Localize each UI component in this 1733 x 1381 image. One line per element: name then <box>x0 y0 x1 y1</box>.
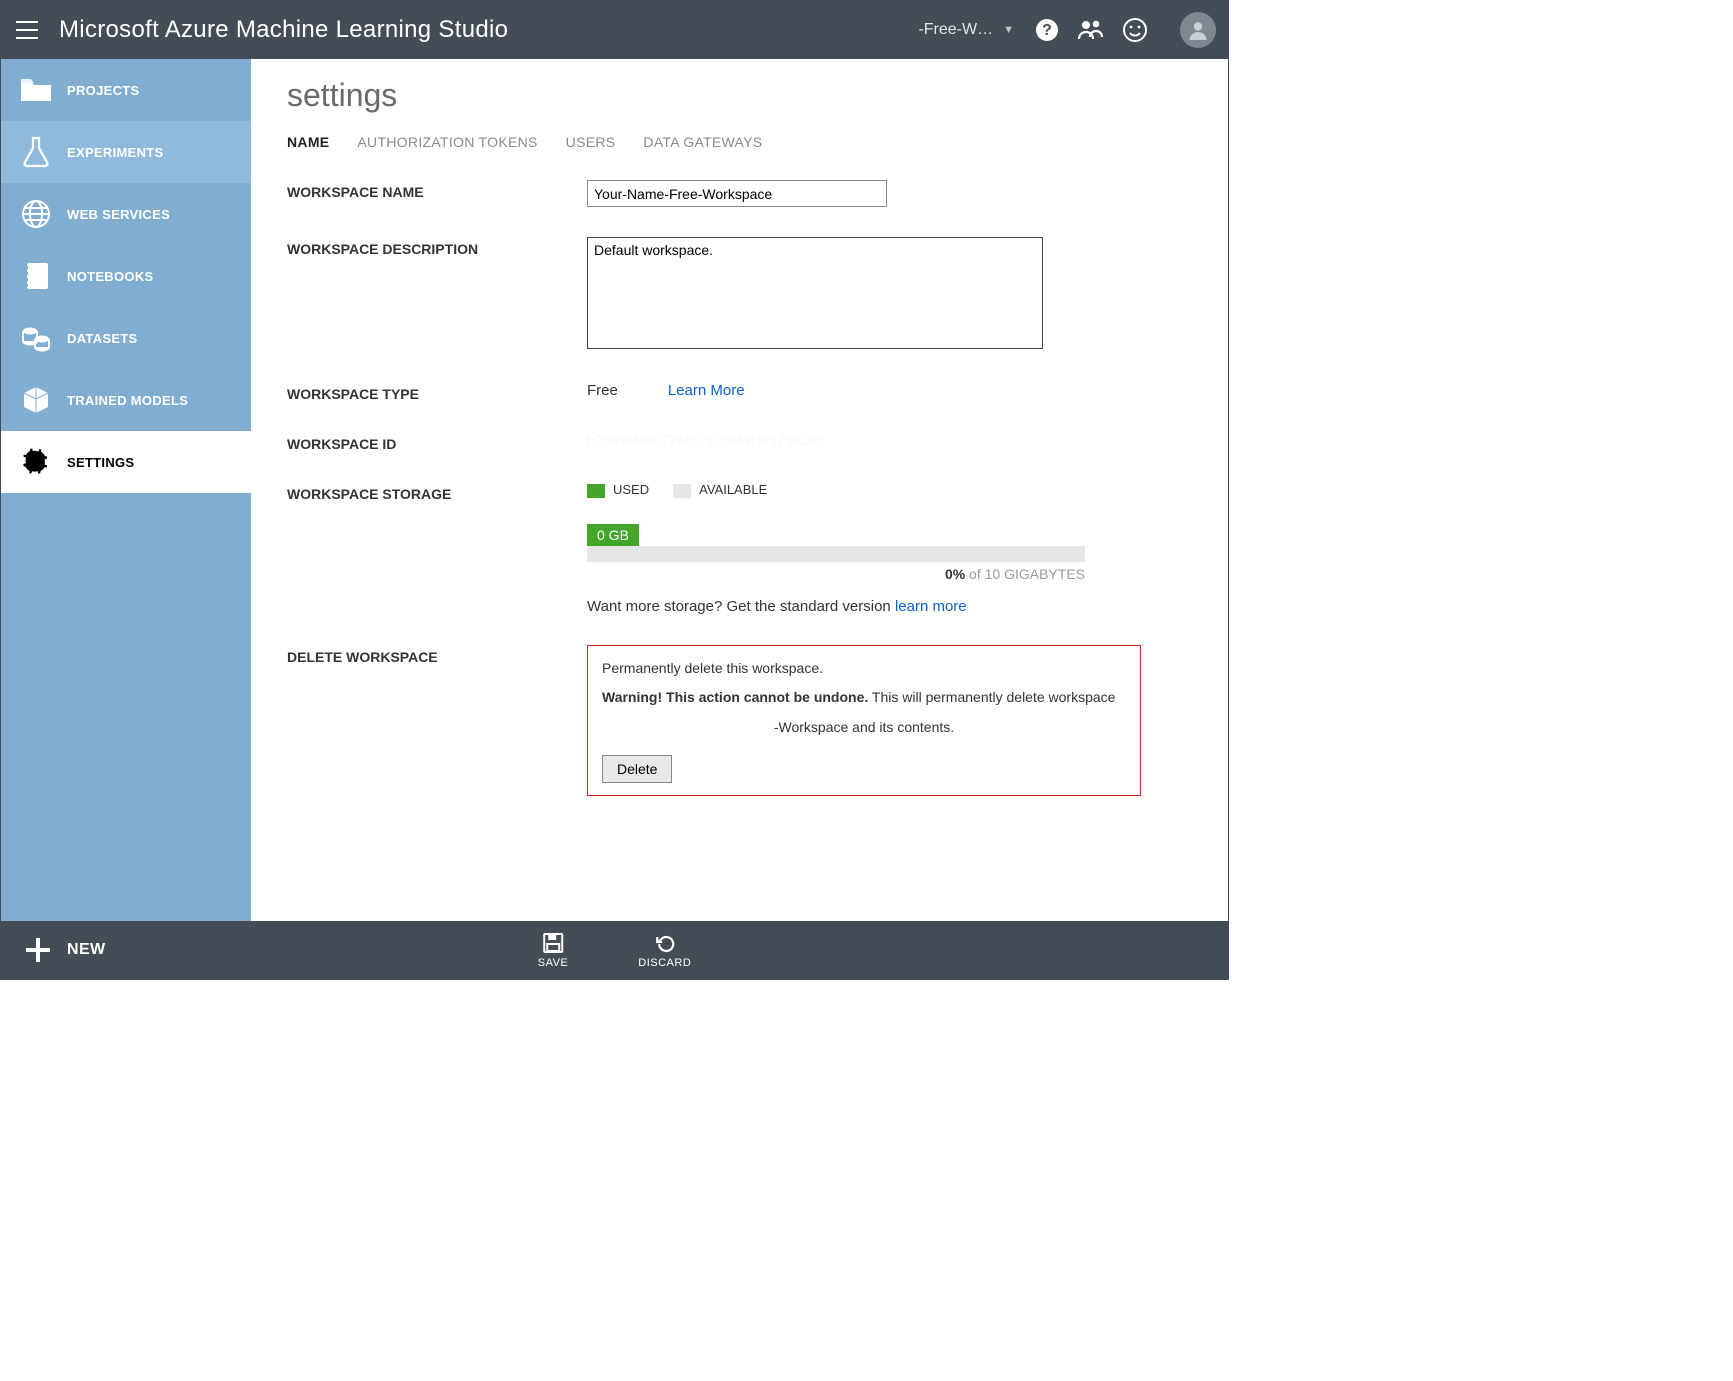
smiley-feedback-icon[interactable] <box>1122 17 1148 43</box>
gear-icon <box>19 445 53 479</box>
delete-workspace-label: DELETE WORKSPACE <box>287 645 587 665</box>
save-icon <box>542 932 564 954</box>
new-button-label: NEW <box>67 941 106 959</box>
new-button[interactable]: NEW <box>1 921 128 979</box>
tab-users[interactable]: USERS <box>566 134 616 150</box>
storage-bar <box>587 546 1085 562</box>
delete-button[interactable]: Delete <box>602 755 672 783</box>
plus-icon <box>23 935 53 965</box>
used-legend-label: USED <box>613 482 649 497</box>
chevron-down-icon: ▼ <box>1003 24 1014 36</box>
workspace-type-value: Free <box>587 382 618 399</box>
flask-icon <box>19 135 53 169</box>
workspace-type-label: WORKSPACE TYPE <box>287 382 587 402</box>
discard-button[interactable]: DISCARD <box>638 932 691 969</box>
discard-button-label: DISCARD <box>638 957 691 969</box>
workspace-selector-label: -Free-W… <box>918 21 993 39</box>
storage-learn-more-link[interactable]: learn more <box>895 598 967 615</box>
storage-percent: 0% <box>945 566 965 582</box>
cube-icon <box>19 383 53 417</box>
sidebar-item-label: PROJECTS <box>67 83 139 98</box>
sidebar-item-trained-models[interactable]: TRAINED MODELS <box>1 369 251 431</box>
delete-line1: Permanently delete this workspace. <box>602 658 1126 680</box>
sidebar-item-label: EXPERIMENTS <box>67 145 163 160</box>
delete-warning-bold: Warning! This action cannot be undone. <box>602 689 868 705</box>
bottombar: NEW SAVE DISCARD <box>1 921 1228 979</box>
topbar-icons: ? <box>1034 12 1216 48</box>
save-button[interactable]: SAVE <box>538 932 569 969</box>
sidebar-item-settings[interactable]: SETTINGS <box>1 431 251 493</box>
sidebar-item-datasets[interactable]: DATASETS <box>1 307 251 369</box>
workspace-name-input[interactable] <box>587 180 887 207</box>
tab-authorization-tokens[interactable]: AUTHORIZATION TOKENS <box>357 134 537 150</box>
app-title: Microsoft Azure Machine Learning Studio <box>59 16 508 44</box>
workspace-description-label: WORKSPACE DESCRIPTION <box>287 237 587 257</box>
workspace-storage-label: WORKSPACE STORAGE <box>287 482 587 502</box>
tab-data-gateways[interactable]: DATA GATEWAYS <box>643 134 762 150</box>
available-legend-label: AVAILABLE <box>699 482 767 497</box>
discard-icon <box>654 932 676 954</box>
delete-warning-rest: This will permanently delete workspace <box>868 689 1115 705</box>
workspace-description-textarea[interactable] <box>587 237 1043 349</box>
workspace-id-label: WORKSPACE ID <box>287 432 587 452</box>
sidebar: PROJECTS EXPERIMENTS WEB SERVICES NOTEBO… <box>1 59 251 921</box>
storage-upsell-text: Want more storage? Get the standard vers… <box>587 598 895 615</box>
used-swatch <box>587 484 605 498</box>
hamburger-menu-button[interactable] <box>9 12 45 48</box>
sidebar-item-label: WEB SERVICES <box>67 207 170 222</box>
sidebar-item-label: SETTINGS <box>67 455 134 470</box>
globe-icon <box>19 197 53 231</box>
help-icon[interactable]: ? <box>1034 17 1060 43</box>
topbar: Microsoft Azure Machine Learning Studio … <box>1 1 1228 59</box>
sidebar-item-web-services[interactable]: WEB SERVICES <box>1 183 251 245</box>
storage-upsell: Want more storage? Get the standard vers… <box>587 598 1085 615</box>
storage-used-badge: 0 GB <box>587 524 639 546</box>
delete-warning: Warning! This action cannot be undone. T… <box>602 687 1126 709</box>
available-swatch <box>673 484 691 498</box>
page-title: settings <box>287 77 1204 114</box>
notebook-icon <box>19 259 53 293</box>
save-button-label: SAVE <box>538 957 569 969</box>
workspace-id-value: b2a61efa5077465782cefa1bf573a2ec <box>587 432 823 448</box>
tab-name[interactable]: NAME <box>287 134 329 150</box>
folder-icon <box>19 73 53 107</box>
content-area: settings NAME AUTHORIZATION TOKENS USERS… <box>251 59 1228 921</box>
storage-total: of 10 GIGABYTES <box>965 566 1085 582</box>
user-avatar[interactable] <box>1180 12 1216 48</box>
sidebar-item-projects[interactable]: PROJECTS <box>1 59 251 121</box>
users-icon[interactable] <box>1078 17 1104 43</box>
sidebar-item-label: DATASETS <box>67 331 138 346</box>
delete-warning-line2: -Workspace and its contents. <box>602 717 1126 739</box>
sidebar-item-experiments[interactable]: EXPERIMENTS <box>1 121 251 183</box>
storage-legend: USED AVAILABLE <box>587 482 1204 498</box>
storage-percent-text: 0% of 10 GIGABYTES <box>587 566 1085 582</box>
workspace-name-label: WORKSPACE NAME <box>287 180 587 200</box>
workspace-type-learn-more-link[interactable]: Learn More <box>668 382 745 399</box>
sidebar-item-label: NOTEBOOKS <box>67 269 153 284</box>
sidebar-item-label: TRAINED MODELS <box>67 393 188 408</box>
database-icon <box>19 321 53 355</box>
svg-text:?: ? <box>1042 22 1052 39</box>
sidebar-item-notebooks[interactable]: NOTEBOOKS <box>1 245 251 307</box>
settings-tabs: NAME AUTHORIZATION TOKENS USERS DATA GAT… <box>287 134 1204 150</box>
workspace-selector-dropdown[interactable]: -Free-W… ▼ <box>918 21 1014 39</box>
delete-workspace-panel: Permanently delete this workspace. Warni… <box>587 645 1141 796</box>
